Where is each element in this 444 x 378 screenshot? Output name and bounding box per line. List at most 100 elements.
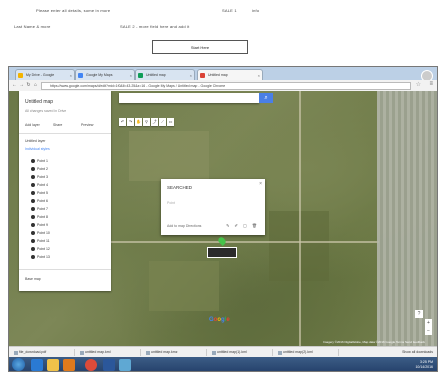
list-item-label: Point 5: [37, 191, 48, 195]
draw-line-icon[interactable]: ⤴: [151, 118, 158, 126]
selected-parcel-box[interactable]: [207, 247, 237, 258]
media-icon[interactable]: [63, 359, 75, 371]
tab-label: My Drive - Google: [26, 73, 55, 77]
bookmark-star-icon[interactable]: ☆: [416, 81, 421, 88]
back-icon[interactable]: ←: [11, 82, 18, 89]
add-marker-icon[interactable]: ⚲: [143, 118, 150, 126]
list-item[interactable]: Point 8: [31, 215, 48, 220]
place-pin-icon: [31, 231, 35, 236]
popup-title: SEARCHED: [167, 185, 193, 190]
system-clock[interactable]: 3:25 PM 10/14/2016: [415, 360, 433, 370]
paint-icon[interactable]: [119, 359, 131, 371]
satellite-map[interactable]: Untitled map All changes saved in Drive …: [9, 91, 437, 346]
popup-subtitle: Point: [167, 201, 175, 205]
place-pin-icon: [31, 175, 35, 180]
list-item[interactable]: Point 11: [31, 239, 50, 244]
list-item[interactable]: Point 4: [31, 183, 48, 188]
download-item[interactable]: untitled map(1).kml: [211, 349, 273, 356]
popup-actions[interactable]: Add to map Directions: [167, 224, 201, 228]
layer-name[interactable]: Untitled layer: [25, 139, 45, 143]
measure-icon[interactable]: ▭: [167, 118, 174, 126]
base-map-toggle[interactable]: Base map: [25, 277, 41, 281]
help-icon[interactable]: ?: [415, 310, 423, 318]
list-item[interactable]: Point 10: [31, 231, 50, 236]
place-pin-icon: [31, 239, 35, 244]
list-item[interactable]: Point 3: [31, 175, 48, 180]
list-item-label: Point 4: [37, 183, 48, 187]
ie-icon[interactable]: [31, 359, 43, 371]
list-item-label: Point 6: [37, 199, 48, 203]
download-item[interactable]: untitled map.kmz: [145, 349, 207, 356]
close-icon[interactable]: ×: [259, 181, 262, 187]
browser-menu-icon[interactable]: ≡: [429, 81, 433, 87]
list-item-label: Point 2: [37, 167, 48, 171]
close-icon[interactable]: ×: [258, 70, 260, 80]
undo-icon[interactable]: ↶: [119, 118, 126, 126]
browser-tab-bar: My Drive - Google × Google My Maps × Unt…: [9, 67, 437, 82]
zoom-out-icon[interactable]: −: [425, 327, 432, 335]
place-info-popup: SEARCHED Point × Add to map Directions ✎…: [161, 179, 265, 235]
place-pin-icon: [31, 255, 35, 260]
list-item[interactable]: Point 1: [31, 159, 48, 164]
chrome-icon[interactable]: [85, 359, 97, 371]
list-item[interactable]: Point 13: [31, 255, 50, 260]
embedded-screenshot: My Drive - Google × Google My Maps × Unt…: [8, 66, 438, 372]
route-icon[interactable]: ⟋: [159, 118, 166, 126]
map-search-input[interactable]: [119, 93, 259, 103]
place-pin-icon: [31, 223, 35, 228]
search-icon[interactable]: ⌕: [259, 93, 273, 103]
start-icon[interactable]: [12, 358, 25, 371]
browser-tab-3[interactable]: Untitled map ×: [135, 69, 195, 80]
preview-button[interactable]: Preview: [81, 123, 93, 127]
list-item[interactable]: Point 7: [31, 207, 48, 212]
list-item-label: Point 7: [37, 207, 48, 211]
download-item[interactable]: file_download.pdf: [13, 349, 75, 356]
maps-icon: [78, 73, 83, 78]
maps-icon: [138, 73, 143, 78]
map-field-patch: [129, 131, 209, 181]
add-layer-button[interactable]: Add layer: [25, 123, 40, 127]
explorer-icon[interactable]: [47, 359, 59, 371]
zoom-in-icon[interactable]: +: [425, 319, 432, 327]
list-item[interactable]: Point 6: [31, 199, 48, 204]
doc-line-1-left: Please enter all details, some in more: [36, 8, 111, 13]
download-item[interactable]: untitled map.kml: [79, 349, 141, 356]
start-button[interactable]: Start Here: [152, 40, 248, 54]
tab-label: Google My Maps: [86, 73, 113, 77]
close-icon[interactable]: ×: [130, 70, 132, 80]
map-field-patch: [149, 261, 219, 311]
reload-icon[interactable]: ↻: [25, 82, 32, 89]
pan-hand-icon[interactable]: ✋: [135, 118, 142, 126]
zoom-control: + −: [425, 319, 432, 335]
map-save-status: All changes saved in Drive: [25, 109, 67, 113]
popup-edit-icons[interactable]: ✎ ✐ ▢ 🗑: [226, 223, 259, 228]
home-icon[interactable]: ⌂: [32, 82, 39, 89]
show-all-downloads-link[interactable]: Show all downloads: [402, 349, 433, 356]
share-button[interactable]: Share: [53, 123, 62, 127]
browser-tab-1[interactable]: My Drive - Google ×: [15, 69, 75, 80]
list-item[interactable]: Point 12: [31, 247, 50, 252]
list-item[interactable]: Point 5: [31, 191, 48, 196]
map-layers-panel: Untitled map All changes saved in Drive …: [19, 91, 111, 291]
list-item-label: Point 12: [37, 247, 50, 251]
doc-line-1-right: info: [252, 8, 260, 13]
browser-tab-4[interactable]: Untitled map ×: [197, 69, 263, 80]
list-item[interactable]: Point 9: [31, 223, 48, 228]
close-icon[interactable]: ×: [70, 70, 72, 80]
place-pin-icon: [31, 183, 35, 188]
list-item-label: Point 11: [37, 239, 50, 243]
tab-label: Untitled map: [208, 73, 228, 77]
download-item[interactable]: untitled map(2).kml: [277, 349, 339, 356]
doc-line-2-mid: SALE 2 - more field here and add it: [120, 24, 190, 29]
map-pin-icon[interactable]: [217, 236, 227, 246]
map-title[interactable]: Untitled map: [25, 99, 53, 105]
browser-tab-2[interactable]: Google My Maps ×: [75, 69, 135, 80]
list-item[interactable]: Point 2: [31, 167, 48, 172]
map-urban-area: [377, 91, 437, 346]
url-field[interactable]: https://www.google.com/maps/d/edit?mid=1…: [41, 81, 411, 90]
word-icon[interactable]: [103, 359, 115, 371]
layer-style-link[interactable]: Individual styles: [25, 147, 50, 151]
redo-icon[interactable]: ↷: [127, 118, 134, 126]
forward-icon[interactable]: →: [18, 82, 25, 89]
close-icon[interactable]: ×: [190, 70, 192, 80]
